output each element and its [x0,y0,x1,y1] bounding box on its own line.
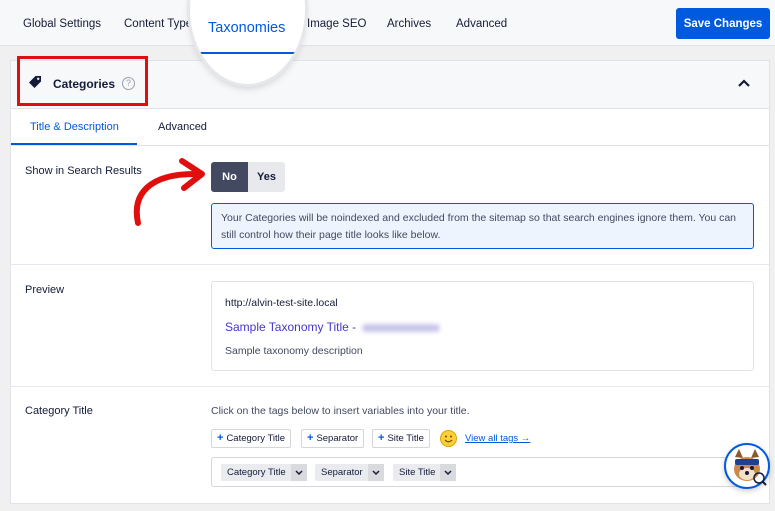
subtab-underline [11,143,137,145]
noindex-notice: Your Categories will be noindexed and ex… [211,203,754,249]
preview-label: Preview [25,284,65,296]
tag-button-label: Separator [316,433,359,444]
plus-icon: + [378,432,385,444]
blurred-site-name [362,323,441,332]
chip-label: Site Title [399,467,436,478]
preview-url: http://alvin-test-site.local [225,297,338,309]
plus-icon: + [307,432,314,444]
chip-separator[interactable]: Separator [315,464,384,481]
top-nav: Global Settings Content Types Image SEO … [0,0,775,46]
card-header[interactable]: Categories ? [11,56,769,109]
chip-site-title[interactable]: Site Title [393,464,457,481]
curved-arrow-icon [133,158,205,226]
chip-label: Category Title [227,467,286,478]
insert-separator-button[interactable]: + Separator [301,429,365,448]
tab-advanced[interactable]: Advanced [456,18,507,30]
smiley-face [444,435,453,443]
toggle-no-button[interactable]: No [211,162,248,192]
divider [11,386,769,387]
subtab-advanced[interactable]: Advanced [158,121,207,133]
preview-title-text: Sample Taxonomy Title - [225,320,357,334]
tab-taxonomies[interactable]: Taxonomies [208,20,285,36]
taxonomy-card: Categories ? Title & Description Advance… [10,56,770,504]
subtab-title-description[interactable]: Title & Description [30,121,119,133]
tag-button-label: Site Title [387,433,424,444]
tab-archives[interactable]: Archives [387,18,431,30]
toggle-yes-button[interactable]: Yes [248,162,285,192]
mascot-face [734,449,767,486]
tag-button-label: Category Title [226,433,286,444]
divider [11,264,769,265]
insert-site-title-button[interactable]: + Site Title [372,429,430,448]
smiley-icon[interactable] [440,430,457,447]
chip-category-title[interactable]: Category Title [221,464,307,481]
view-all-tags-link[interactable]: View all tags → [465,433,530,444]
chevron-down-icon[interactable] [367,464,384,481]
preview-title: Sample Taxonomy Title - [225,320,441,334]
title-format-field[interactable]: Category Title Separator Site Title [211,457,754,487]
save-changes-button[interactable]: Save Changes [676,8,770,39]
tags-hint: Click on the tags below to insert variab… [211,405,470,417]
chevron-down-icon[interactable] [440,464,457,481]
mascot-icon[interactable] [724,443,770,489]
plus-icon: + [217,432,224,444]
category-title-label: Category Title [25,405,93,417]
preview-description: Sample taxonomy description [225,345,363,357]
sub-tabs: Title & Description Advanced [11,109,769,146]
chevron-up-icon[interactable] [738,78,750,88]
tab-content-types[interactable]: Content Types [124,18,198,30]
tab-global-settings[interactable]: Global Settings [23,18,101,30]
highlight-box [17,56,148,106]
tab-image-seo[interactable]: Image SEO [307,18,366,30]
chevron-down-icon[interactable] [290,464,307,481]
insert-category-title-button[interactable]: + Category Title [211,429,292,448]
chip-label: Separator [321,467,363,478]
preview-box: http://alvin-test-site.local Sample Taxo… [211,281,754,371]
search-results-label: Show in Search Results [25,165,142,177]
active-tab-underline [200,52,295,54]
